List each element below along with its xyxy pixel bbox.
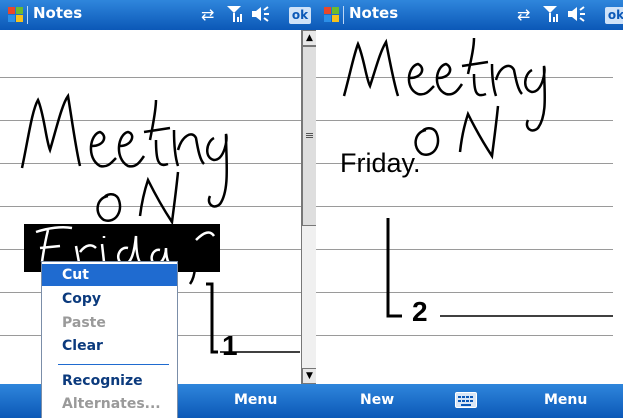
soft-key-bar: New Menu (316, 384, 623, 418)
menu-item-alternates[interactable]: Alternates... (42, 393, 177, 415)
menu-separator (58, 364, 169, 365)
menu-item-cut[interactable]: Cut (42, 264, 177, 286)
context-menu: Cut Copy Paste Clear Recognize Alternate… (41, 261, 178, 418)
scroll-thumb[interactable] (302, 46, 316, 226)
left-screen: Notes ⇄ ok 1 ▲ ▼ Menu Cut Copy Paste Cle… (0, 0, 316, 418)
scrollbar[interactable]: ▲ ▼ (301, 30, 316, 384)
callout-number: 2 (412, 296, 428, 327)
right-screen: Notes ⇄ ok Friday. 2 New Menu (316, 0, 623, 418)
scroll-down-icon[interactable]: ▼ (302, 368, 316, 384)
new-softkey[interactable]: New (360, 392, 394, 408)
recognized-text[interactable]: Friday. (340, 148, 421, 179)
menu-softkey[interactable]: Menu (544, 392, 587, 408)
scroll-up-icon[interactable]: ▲ (302, 30, 316, 46)
menu-item-paste[interactable]: Paste (42, 312, 177, 334)
handwriting-ink (342, 37, 613, 318)
keyboard-icon[interactable] (455, 392, 477, 408)
callout-number: 1 (222, 330, 238, 361)
menu-item-clear[interactable]: Clear (42, 335, 177, 357)
menu-item-copy[interactable]: Copy (42, 288, 177, 310)
menu-item-recognize[interactable]: Recognize (42, 370, 177, 392)
menu-softkey[interactable]: Menu (234, 392, 277, 408)
